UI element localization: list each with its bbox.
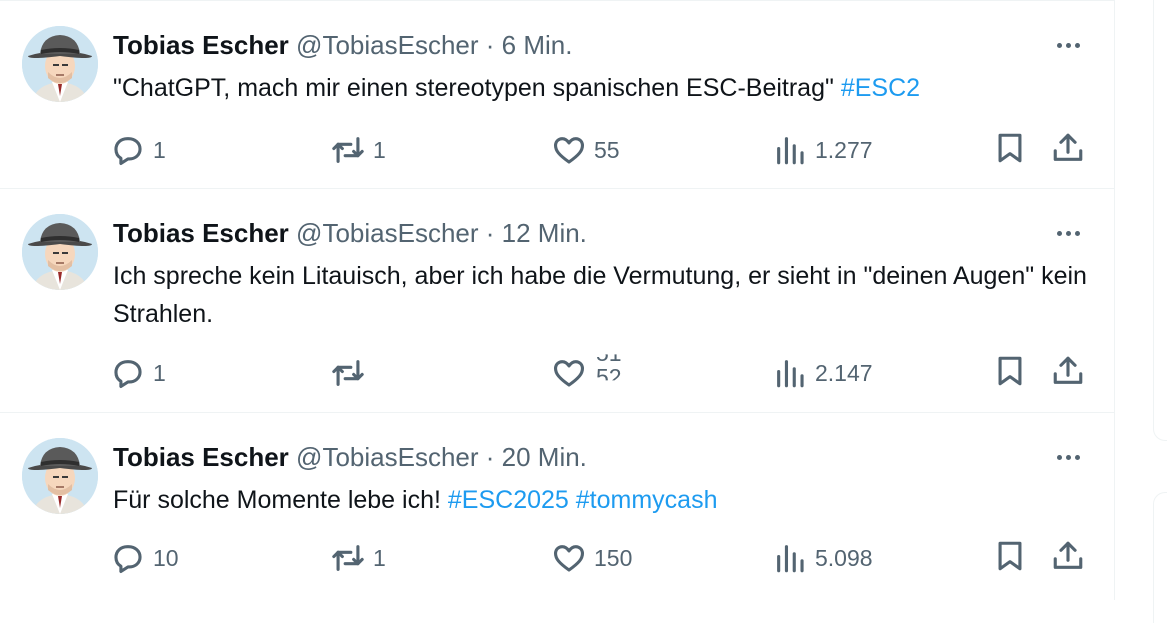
repost-button[interactable]: 1 <box>331 133 386 167</box>
views-button[interactable]: 5.098 <box>773 541 873 575</box>
like-count: 55 <box>594 137 620 163</box>
like-count-previous: 51 <box>596 340 622 366</box>
bookmark-button[interactable] <box>993 539 1027 578</box>
reply-button[interactable]: 10 <box>111 541 179 575</box>
reply-count: 10 <box>153 545 179 571</box>
avatar-image <box>22 26 98 102</box>
tweet-header: Tobias Escher @TobiasEscher · 12 Min. <box>113 217 587 249</box>
like-count: 150 <box>594 545 633 571</box>
share-button[interactable] <box>1051 354 1085 393</box>
views-icon <box>777 137 804 165</box>
reply-icon <box>114 360 142 389</box>
repost-button[interactable]: 1 <box>331 541 386 575</box>
share-button[interactable] <box>1051 539 1085 578</box>
share-icon <box>1053 356 1083 384</box>
timeline-feed: Tobias Escher @TobiasEscher · 6 Min. "Ch… <box>0 0 1115 600</box>
avatar[interactable] <box>22 438 98 514</box>
bookmark-icon <box>998 356 1022 386</box>
tweet-timestamp[interactable]: · 20 Min. <box>479 442 587 472</box>
tweet-timestamp[interactable]: · 6 Min. <box>479 30 573 60</box>
avatar-image <box>22 214 98 290</box>
author-handle[interactable]: @TobiasEscher <box>296 218 478 248</box>
more-icon[interactable] <box>1050 29 1086 61</box>
like-button[interactable] <box>552 356 586 390</box>
avatar[interactable] <box>22 214 98 290</box>
author-name[interactable]: Tobias Escher <box>113 30 289 60</box>
reply-icon <box>114 545 142 574</box>
tweet-text: Für solche Momente lebe ich! #ESC2025 #t… <box>113 481 1093 519</box>
more-icon[interactable] <box>1050 217 1086 249</box>
tweet-body: Für solche Momente lebe ich! <box>113 486 448 514</box>
author-handle[interactable]: @TobiasEscher <box>296 30 478 60</box>
tweet[interactable]: Tobias Escher @TobiasEscher · 12 Min. Ic… <box>0 189 1114 413</box>
repost-button[interactable] <box>331 356 373 390</box>
repost-icon <box>332 137 364 163</box>
author-name[interactable]: Tobias Escher <box>113 218 289 248</box>
view-count: 2.147 <box>815 360 873 386</box>
heart-icon <box>553 545 585 572</box>
reply-button[interactable]: 1 <box>111 356 166 390</box>
view-count: 1.277 <box>815 137 873 163</box>
sidebar-panel-edge <box>1153 492 1167 623</box>
views-button[interactable]: 2.147 <box>773 356 873 390</box>
heart-icon <box>553 360 585 387</box>
hashtag-link[interactable]: #tommycash <box>576 486 718 514</box>
more-icon[interactable] <box>1050 441 1086 473</box>
views-icon <box>777 545 804 573</box>
repost-icon <box>332 360 364 386</box>
tweet-header: Tobias Escher @TobiasEscher · 6 Min. <box>113 29 572 61</box>
views-icon <box>777 360 804 388</box>
like-button[interactable]: 150 <box>552 541 632 575</box>
tweet[interactable]: Tobias Escher @TobiasEscher · 20 Min. Fü… <box>0 413 1114 600</box>
share-icon <box>1053 133 1083 161</box>
author-name[interactable]: Tobias Escher <box>113 442 289 472</box>
view-count: 5.098 <box>815 545 873 571</box>
reply-count: 1 <box>153 137 166 163</box>
tweet-text: "ChatGPT, mach mir einen stereotypen spa… <box>113 69 1093 107</box>
bookmark-icon <box>998 541 1022 571</box>
reply-count: 1 <box>153 360 166 386</box>
share-button[interactable] <box>1051 131 1085 170</box>
bookmark-icon <box>998 133 1022 163</box>
tweet-timestamp[interactable]: · 12 Min. <box>479 218 587 248</box>
reply-icon <box>114 137 142 166</box>
tweet-body: "ChatGPT, mach mir einen stereotypen spa… <box>113 74 841 102</box>
like-button[interactable]: 55 <box>552 133 620 167</box>
avatar[interactable] <box>22 26 98 102</box>
share-icon <box>1053 541 1083 569</box>
like-count: 52 <box>596 364 622 390</box>
repost-count: 1 <box>373 545 386 571</box>
bookmark-button[interactable] <box>993 354 1027 393</box>
repost-icon <box>332 545 364 571</box>
hashtag-link[interactable]: #ESC2025 <box>448 486 569 514</box>
heart-icon <box>553 137 585 164</box>
author-handle[interactable]: @TobiasEscher <box>296 442 478 472</box>
bookmark-button[interactable] <box>993 131 1027 170</box>
repost-count: 1 <box>373 137 386 163</box>
sidebar-panel-edge <box>1153 0 1167 441</box>
tweet-text: Ich spreche kein Litauisch, aber ich hab… <box>113 257 1088 333</box>
tweet-body: Ich spreche kein Litauisch, aber ich hab… <box>113 262 1087 328</box>
tweet[interactable]: Tobias Escher @TobiasEscher · 6 Min. "Ch… <box>0 0 1114 189</box>
views-button[interactable]: 1.277 <box>773 133 873 167</box>
avatar-image <box>22 438 98 514</box>
reply-button[interactable]: 1 <box>111 133 166 167</box>
hashtag-link[interactable]: #ESC2 <box>841 74 920 102</box>
tweet-header: Tobias Escher @TobiasEscher · 20 Min. <box>113 441 587 473</box>
